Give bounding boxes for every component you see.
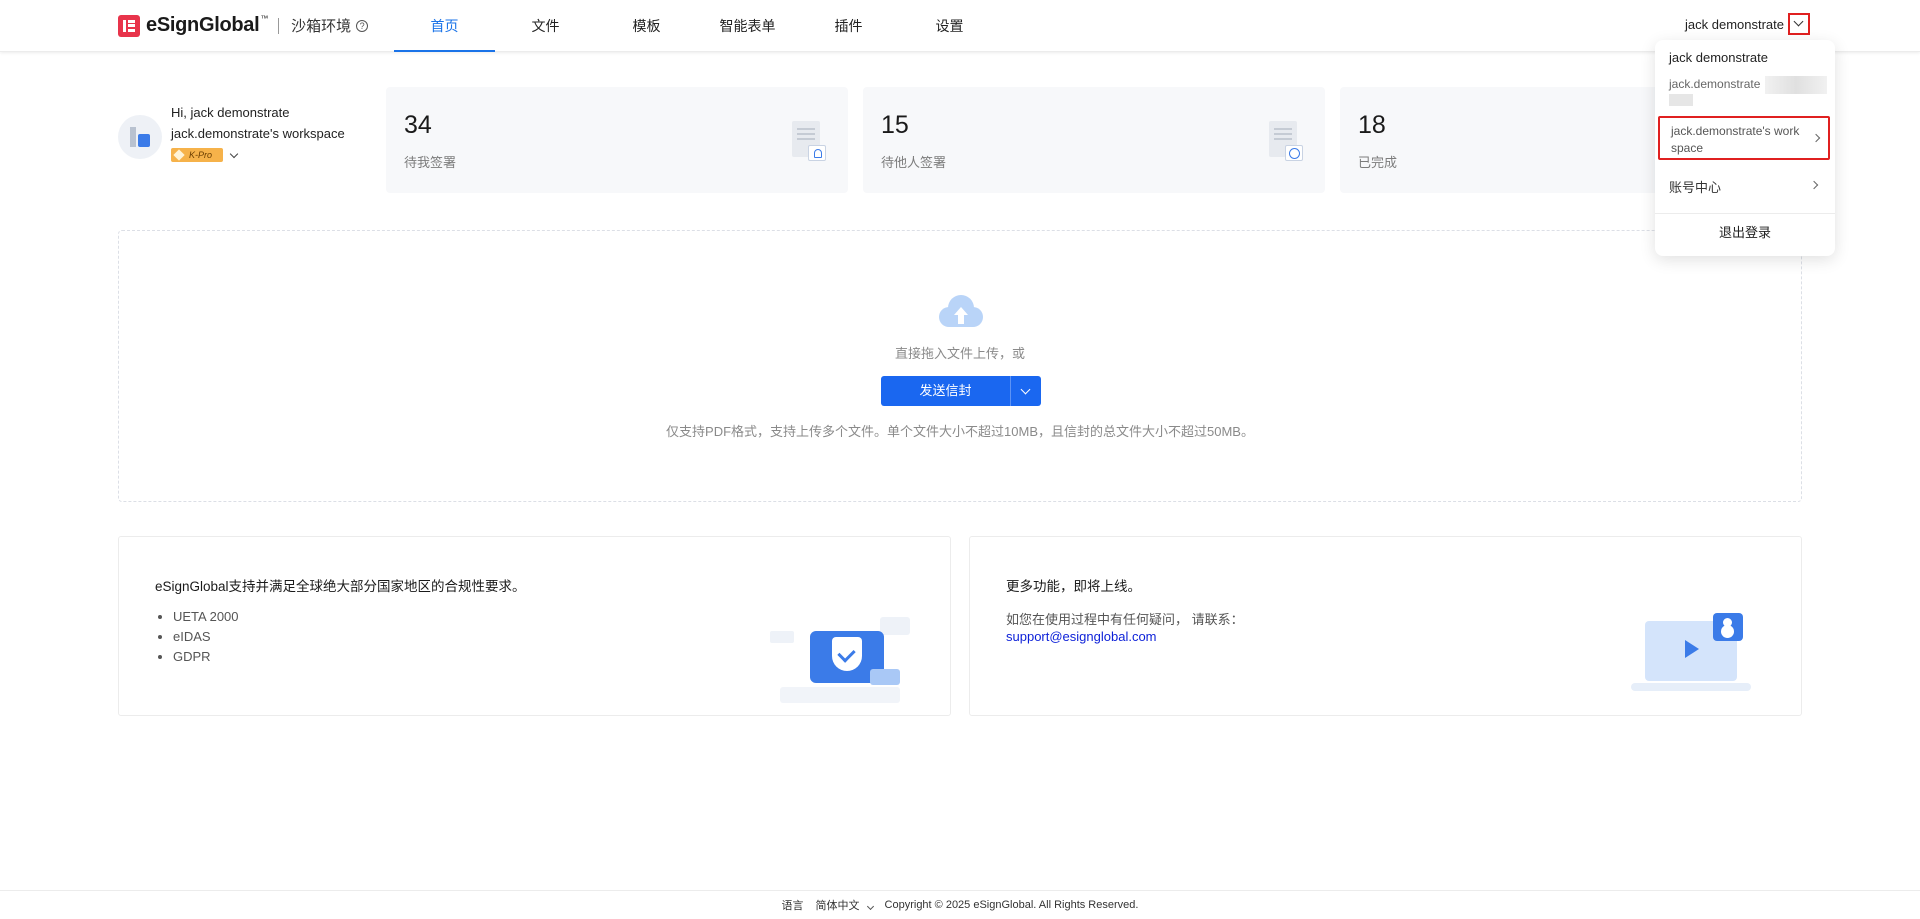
plan-selector[interactable]: K-Pro — [171, 148, 239, 162]
stat-card-pending-me[interactable]: 34 待我签署 — [386, 87, 848, 193]
user-dropdown-menu: jack demonstrate jack.demonstrate jack.d… — [1655, 40, 1835, 256]
redacted-email — [1765, 76, 1827, 94]
language-label: 语言 — [781, 900, 804, 912]
brand-name: eSignGlobal™ — [146, 14, 269, 36]
help-icon[interactable]: ? — [356, 19, 369, 32]
video-illustration — [1631, 613, 1751, 693]
support-email-link[interactable]: support@esignglobal.com — [1006, 629, 1157, 644]
security-shield-illustration — [770, 617, 910, 707]
nav-settings[interactable]: 设置 — [899, 0, 1000, 52]
chevron-right-icon — [1809, 180, 1819, 190]
chevron-down-icon[interactable] — [229, 149, 239, 158]
list-item: UETA 2000 — [173, 607, 239, 627]
compliance-title: eSignGlobal支持并满足全球绝大部分国家地区的合规性要求。 — [155, 579, 526, 594]
user-name[interactable]: jack demonstrate — [1685, 17, 1784, 32]
stat-value: 34 — [404, 111, 432, 139]
compliance-list: UETA 2000 eIDAS GDPR — [173, 607, 239, 667]
dropdown-workspace-item[interactable]: jack.demonstrate's work space — [1658, 116, 1830, 160]
avatar — [118, 115, 162, 159]
nav-home[interactable]: 首页 — [394, 0, 495, 52]
more-features-card: 更多功能，即将上线。 如您在使用过程中有任何疑问， 请联系： support@e… — [969, 536, 1802, 716]
stat-label: 已完成 — [1358, 155, 1398, 170]
dropdown-account-center[interactable]: 账号中心 — [1655, 170, 1835, 200]
copyright-text: Copyright © 2025 eSignGlobal. All Rights… — [884, 899, 1139, 911]
upload-dropzone[interactable]: 直接拖入文件上传，或 发送信封 仅支持PDF格式，支持上传多个文件。单个文件大小… — [118, 230, 1802, 502]
nav-plugins[interactable]: 插件 — [798, 0, 899, 52]
nav-documents[interactable]: 文件 — [495, 0, 596, 52]
dropdown-user-name: jack demonstrate — [1669, 50, 1768, 65]
dropdown-user-email: jack.demonstrate — [1669, 77, 1761, 91]
sandbox-label: 沙箱环境 — [291, 18, 352, 35]
stat-value: 15 — [881, 111, 909, 139]
brand-logo[interactable]: eSignGlobal™ 沙箱环境 ? — [118, 14, 369, 37]
greeting-text: Hi, jack demonstrate — [171, 105, 290, 120]
stat-card-pending-others[interactable]: 15 待他人签署 — [863, 87, 1325, 193]
list-item: eIDAS — [173, 627, 239, 647]
main-nav: 首页 文件 模板 智能表单 插件 设置 — [394, 0, 1000, 52]
workspace-name: jack.demonstrate's workspace — [171, 126, 345, 141]
top-header: eSignGlobal™ 沙箱环境 ? 首页 文件 模板 智能表单 插件 设置 … — [0, 0, 1920, 52]
nav-smart-forms[interactable]: 智能表单 — [697, 0, 798, 52]
stat-label: 待他人签署 — [881, 155, 947, 170]
nav-templates[interactable]: 模板 — [596, 0, 697, 52]
stat-label: 待我签署 — [404, 155, 457, 170]
redacted-email-line — [1669, 94, 1693, 106]
dropdown-divider — [1655, 213, 1835, 214]
logo-divider — [278, 17, 280, 34]
drop-instruction: 直接拖入文件上传，或 — [894, 346, 1025, 361]
chevron-right-icon — [1811, 133, 1821, 143]
language-selector[interactable]: 简体中文 — [812, 897, 877, 913]
send-envelope-button[interactable]: 发送信封 — [881, 376, 1011, 406]
document-bell-icon — [790, 121, 826, 163]
chevron-down-icon[interactable] — [1011, 376, 1041, 406]
send-envelope-button-group: 发送信封 — [881, 376, 1041, 406]
document-clock-icon — [1267, 121, 1303, 163]
welcome-panel: Hi, jack demonstrate jack.demonstrate's … — [118, 103, 358, 173]
workspace-label: jack.demonstrate's work space — [1671, 124, 1800, 155]
user-menu[interactable]: jack demonstrate — [1685, 13, 1810, 35]
more-features-title: 更多功能，即将上线。 — [1006, 579, 1141, 594]
footer: 语言 简体中文 Copyright © 2025 eSignGlobal. Al… — [0, 890, 1920, 919]
esignglobal-logo-icon — [118, 14, 140, 37]
chevron-down-icon — [866, 902, 874, 911]
list-item: GDPR — [173, 647, 239, 667]
compliance-card: eSignGlobal支持并满足全球绝大部分国家地区的合规性要求。 UETA 2… — [118, 536, 951, 716]
chevron-down-icon[interactable] — [1788, 13, 1810, 35]
stat-value: 18 — [1358, 111, 1386, 139]
cloud-upload-icon — [939, 295, 983, 329]
plan-badge: K-Pro — [171, 148, 223, 162]
app-root: eSignGlobal™ 沙箱环境 ? 首页 文件 模板 智能表单 插件 设置 … — [0, 0, 1920, 919]
logout-button[interactable]: 退出登录 — [1655, 222, 1835, 241]
account-center-label: 账号中心 — [1669, 180, 1722, 195]
upload-hint: 仅支持PDF格式，支持上传多个文件。单个文件大小不超过10MB，且信封的总文件大… — [666, 424, 1254, 439]
contact-text: 如您在使用过程中有任何疑问， 请联系： — [1006, 612, 1244, 627]
